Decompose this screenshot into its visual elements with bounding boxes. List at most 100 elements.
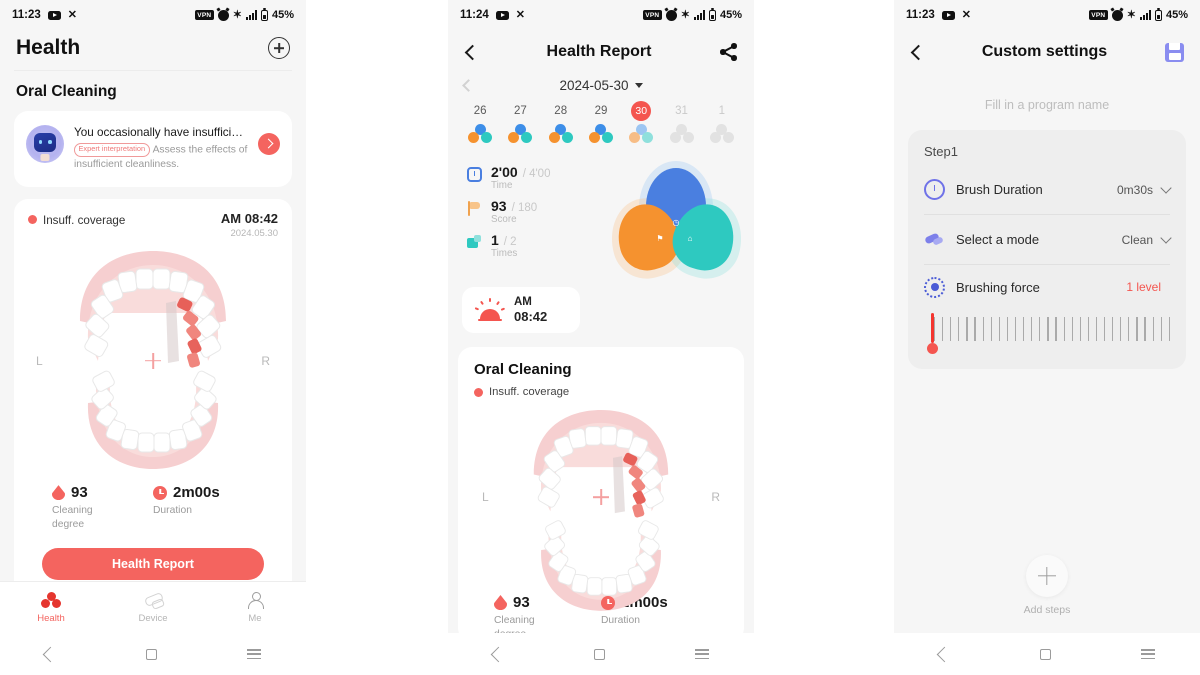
program-name-input[interactable]: Fill in a program name — [894, 74, 1200, 130]
day-number: 1 — [718, 105, 726, 117]
toothbrush-icon — [143, 592, 163, 610]
status-bar-settings: 11:23 ✕ VPN ✶ 45% — [894, 0, 1200, 30]
battery-percent: 45% — [1165, 9, 1188, 21]
house-icon — [466, 234, 483, 251]
center-crosshair-icon — [145, 353, 161, 369]
gear-icon — [924, 276, 945, 298]
status-time: 11:24 — [460, 9, 489, 21]
plus-icon[interactable] — [1026, 555, 1068, 597]
row-label: Brush Duration — [956, 182, 1043, 197]
row-select-mode[interactable]: Select a mode Clean — [924, 215, 1172, 265]
add-button[interactable] — [268, 37, 290, 59]
tip-headline: You occasionally have insufficient... — [74, 126, 248, 139]
youtube-icon — [495, 10, 509, 20]
session-card[interactable]: AM 08:42 — [462, 287, 580, 333]
phone-health: 11:23 ✕ VPN ✶ 45% Health Oral Cleaning Y… — [0, 0, 306, 675]
chevron-down-icon[interactable] — [1160, 232, 1172, 244]
day-item[interactable]: 27 — [500, 101, 540, 146]
vpn-badge: VPN — [1088, 10, 1108, 20]
system-nav-bar — [448, 633, 754, 675]
clover-icon — [548, 124, 573, 146]
signal-icon — [1139, 10, 1151, 20]
oral-cleaning-card: Oral Cleaning Insuff. coverage L R 93 Cl… — [458, 347, 744, 642]
teeth-diagram[interactable]: L R — [474, 402, 728, 611]
metric-score: 93 / 180 Score — [466, 198, 616, 225]
status-dot-icon — [474, 387, 483, 397]
expert-tip-card[interactable]: You occasionally have insufficient... Ex… — [14, 111, 292, 188]
stat-value: 2m00s — [173, 484, 220, 502]
clover-icon — [669, 124, 694, 146]
day-item[interactable]: 31 — [661, 101, 701, 146]
day-item[interactable]: 28 — [541, 101, 581, 146]
drop-icon — [52, 485, 65, 500]
share-icon[interactable] — [720, 43, 738, 61]
save-icon[interactable] — [1165, 42, 1184, 62]
system-recents-icon[interactable] — [247, 649, 261, 659]
stat-caption: Cleaning degree — [52, 505, 93, 531]
row-brush-duration[interactable]: Brush Duration 0m30s — [924, 165, 1172, 215]
health-report-button[interactable]: Health Report — [42, 547, 264, 580]
vpn-badge: VPN — [194, 10, 214, 20]
system-home-icon[interactable] — [146, 648, 157, 660]
x-icon: ✕ — [515, 8, 525, 21]
chevron-down-icon[interactable] — [1160, 182, 1172, 194]
clover-summary-graphic: ◷ ⚑ ⌂ — [601, 161, 752, 287]
tab-label: Me — [248, 612, 262, 624]
system-back-icon[interactable] — [936, 646, 953, 662]
person-icon — [245, 591, 265, 610]
slider-indicator — [931, 313, 934, 343]
bluetooth-icon: ✶ — [232, 8, 242, 21]
house-icon: ⌂ — [687, 233, 693, 243]
clock-icon — [153, 485, 167, 500]
teeth-diagram[interactable]: L R — [28, 243, 278, 478]
chevron-right-icon[interactable] — [258, 133, 280, 155]
clover-icon — [41, 591, 61, 610]
alarm-icon: ◷ — [672, 217, 680, 227]
system-nav-bar — [894, 633, 1200, 675]
system-home-icon[interactable] — [594, 648, 605, 660]
nav-bar-settings: Custom settings — [894, 30, 1200, 74]
tab-label: Device — [138, 612, 168, 624]
day-number: 29 — [594, 105, 608, 117]
screenshot-stage: 11:23 ✕ VPN ✶ 45% Health Oral Cleaning Y… — [0, 0, 1200, 675]
add-steps-button[interactable]: Add steps — [894, 555, 1200, 616]
previous-week-icon[interactable] — [462, 79, 475, 92]
metric-time: 2'00 / 4'00 Time — [466, 164, 616, 191]
day-item[interactable]: 1 — [702, 101, 742, 146]
system-back-icon[interactable] — [42, 646, 59, 662]
tab-device[interactable]: Device — [102, 592, 204, 624]
tab-me[interactable]: Me — [204, 591, 306, 624]
system-back-icon[interactable] — [490, 646, 507, 662]
brushing-force-slider[interactable] — [924, 311, 1170, 354]
expert-interpretation-badge: Expert interpretation — [74, 142, 150, 157]
day-item[interactable]: 26 — [460, 101, 500, 146]
alarm-icon — [217, 9, 229, 21]
day-item[interactable]: 29 — [581, 101, 621, 146]
legend-label: Insuff. coverage — [489, 386, 570, 398]
page-title: Custom settings — [981, 43, 1108, 60]
right-label: R — [261, 353, 270, 368]
metric-caption: Times — [491, 248, 518, 259]
left-label: L — [36, 353, 43, 368]
row-value: Clean — [1121, 232, 1153, 247]
system-home-icon[interactable] — [1040, 648, 1051, 660]
day-number: 31 — [675, 105, 688, 117]
day-item-selected[interactable]: 30 — [621, 101, 661, 146]
x-icon: ✕ — [67, 8, 77, 21]
sunrise-icon — [474, 298, 505, 322]
system-recents-icon[interactable] — [1141, 649, 1155, 659]
status-time: 11:23 — [906, 9, 935, 21]
row-brushing-force: Brushing force 1 level — [924, 265, 1170, 309]
cleaning-stats: 93 Cleaning degree 2m00s Duration — [28, 478, 278, 532]
page-title: Health Report — [546, 43, 652, 60]
robot-avatar-icon — [26, 125, 64, 163]
chevron-down-icon[interactable] — [634, 83, 643, 88]
signal-icon — [693, 10, 705, 20]
tab-health[interactable]: Health — [0, 591, 102, 624]
section-title: Oral Cleaning — [16, 83, 117, 100]
system-recents-icon[interactable] — [695, 649, 709, 659]
slider-handle[interactable] — [927, 343, 938, 354]
page-title: Health — [16, 36, 81, 59]
date-selector[interactable]: 2024-05-30 — [448, 74, 754, 99]
nav-bar-report: Health Report — [448, 30, 754, 74]
